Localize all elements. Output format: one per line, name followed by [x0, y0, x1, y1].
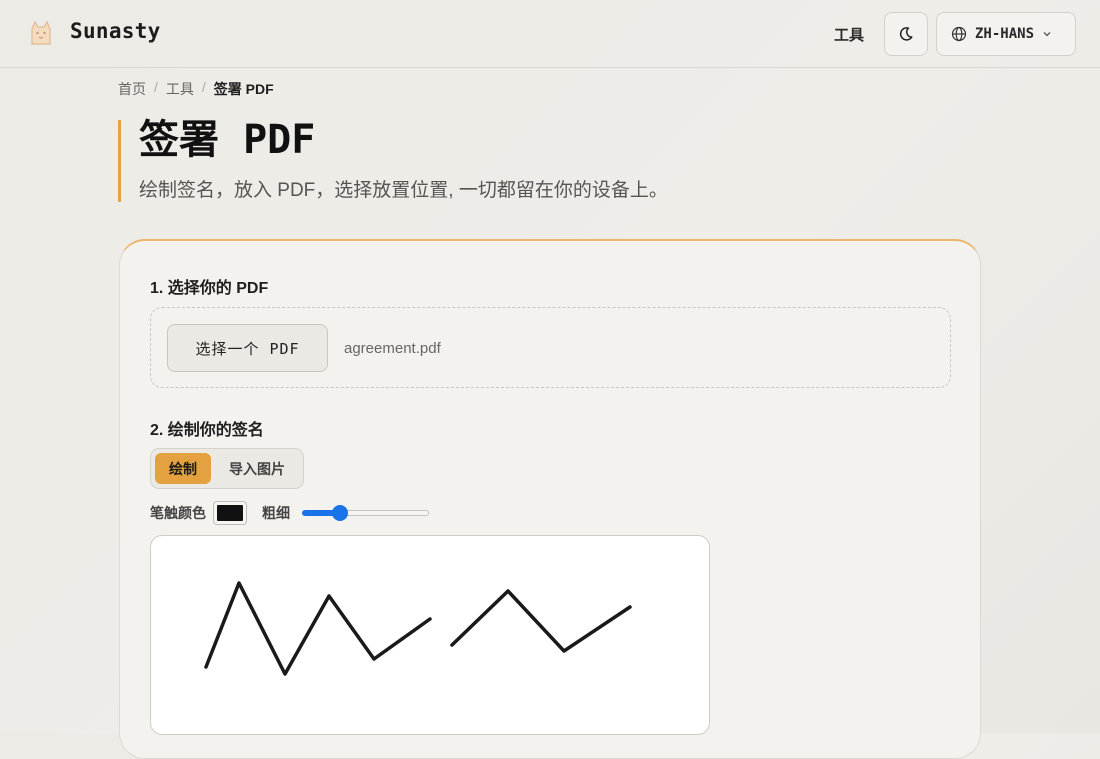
- signature-canvas[interactable]: [150, 535, 710, 735]
- stroke-color-picker[interactable]: [213, 501, 247, 525]
- choose-pdf-button[interactable]: 选择一个 PDF: [167, 324, 328, 372]
- stroke-color-label: 笔触颜色: [150, 505, 206, 521]
- page-header: 签署 PDF 绘制签名，放入 PDF，选择放置位置, 一切都留在你的设备上。: [118, 120, 668, 202]
- nav-link-tools[interactable]: 工具: [834, 24, 864, 45]
- stroke-width-slider[interactable]: [302, 505, 430, 521]
- signature-stroke: [204, 581, 432, 676]
- breadcrumb-home[interactable]: 首页: [118, 79, 146, 99]
- breadcrumb: 首页 / 工具 / 签署 PDF: [118, 79, 274, 99]
- chevron-down-icon: [1043, 32, 1051, 37]
- breadcrumb-separator: /: [201, 79, 206, 95]
- mode-draw-button[interactable]: 绘制: [155, 453, 211, 484]
- page-subtitle: 绘制签名，放入 PDF，选择放置位置, 一切都留在你的设备上。: [139, 180, 668, 201]
- breadcrumb-current: 签署 PDF: [213, 81, 274, 97]
- stroke-controls: 笔触颜色 粗细: [150, 500, 430, 526]
- stroke-width-label: 粗细: [262, 505, 290, 521]
- stroke-color-swatch: [217, 505, 243, 521]
- page-title: 签署 PDF: [139, 117, 316, 163]
- moon-icon: [899, 27, 913, 41]
- top-bar: Sunasty 工具 ZH-HANS: [0, 0, 1100, 68]
- signature-stroke: [450, 589, 632, 653]
- slider-thumb[interactable]: [331, 505, 348, 521]
- breadcrumb-tools[interactable]: 工具: [166, 79, 194, 99]
- step2-label: 2. 绘制你的签名: [150, 422, 264, 439]
- theme-toggle-button[interactable]: [884, 12, 928, 56]
- signature-mode-toggle: 绘制 导入图片: [150, 448, 304, 489]
- language-select-button[interactable]: ZH-HANS: [936, 12, 1076, 56]
- step1-label: 1. 选择你的 PDF: [150, 280, 269, 297]
- cat-logo-icon[interactable]: [26, 18, 56, 48]
- selected-file-name: agreement.pdf: [344, 340, 441, 357]
- language-label: ZH-HANS: [975, 26, 1035, 42]
- sign-pdf-card: 1. 选择你的 PDF 选择一个 PDF agreement.pdf 2. 绘制…: [119, 239, 981, 759]
- breadcrumb-separator: /: [154, 79, 158, 95]
- globe-icon: [951, 26, 967, 42]
- signature-drawing: [204, 581, 632, 676]
- pdf-dropzone[interactable]: 选择一个 PDF agreement.pdf: [150, 307, 951, 388]
- mode-import-image-button[interactable]: 导入图片: [215, 453, 299, 484]
- brand-name[interactable]: Sunasty: [70, 19, 161, 43]
